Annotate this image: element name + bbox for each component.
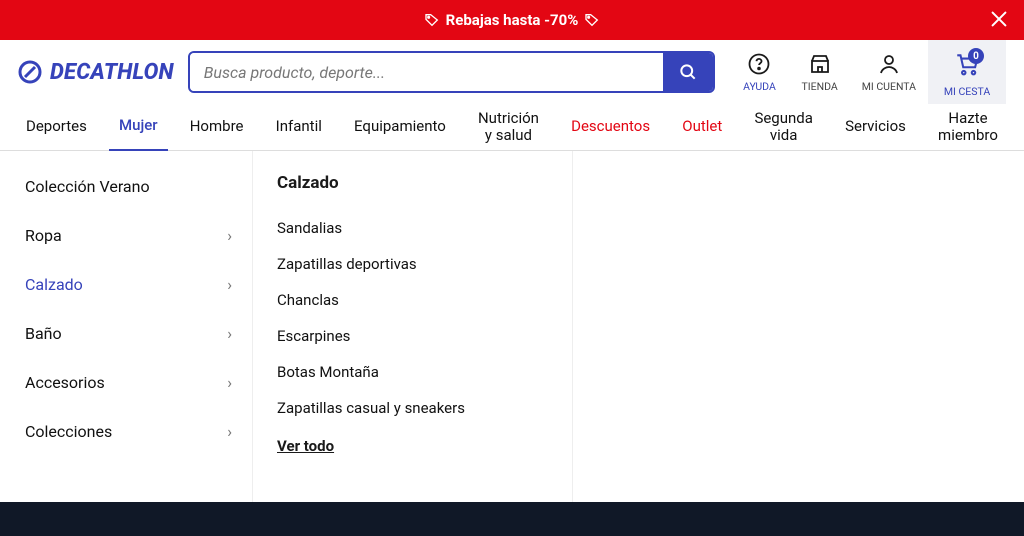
chevron-right-icon: › (227, 275, 232, 294)
cart-label: MI CESTA (944, 85, 990, 98)
nav-label: y salud (485, 127, 532, 144)
footer (0, 502, 1024, 536)
chevron-right-icon: › (227, 422, 232, 441)
user-icon (877, 52, 901, 76)
nav-infantil[interactable]: Infantil (266, 104, 332, 151)
nav-mujer[interactable]: Mujer (109, 104, 168, 151)
nav-label: Hazte (948, 110, 987, 127)
nav-hazte-miembro[interactable]: Haztemiembro (928, 104, 1008, 151)
promo-text: Rebajas hasta -70% (446, 11, 579, 29)
tag-icon (424, 12, 440, 28)
submenu-link-sandalias[interactable]: Sandalias (277, 219, 544, 237)
store-icon (808, 52, 832, 76)
subcategory-panel: Calzado Sandalias Zapatillas deportivas … (253, 151, 573, 502)
sidebar-item-label: Calzado (25, 275, 83, 294)
nav-label: Hombre (190, 118, 244, 135)
nav-segunda-vida[interactable]: Segundavida (744, 104, 822, 151)
submenu-link-zapatillas-deportivas[interactable]: Zapatillas deportivas (277, 255, 544, 273)
nav-deportes[interactable]: Deportes (16, 104, 97, 151)
sidebar-item-ropa[interactable]: Ropa › (25, 222, 238, 249)
sidebar-item-label: Accesorios (25, 373, 105, 392)
search-input[interactable] (190, 53, 664, 91)
mega-menu: Colección Verano Ropa › Calzado › Baño ›… (0, 151, 1024, 502)
nav-descuentos[interactable]: Descuentos (561, 104, 660, 151)
store-button[interactable]: TIENDA (789, 40, 849, 104)
logo-icon (18, 60, 42, 84)
nav-label: Infantil (276, 118, 322, 135)
nav-label: Servicios (845, 118, 906, 135)
promo-banner[interactable]: Rebajas hasta -70% (0, 0, 1024, 40)
sidebar-item-label: Colección Verano (25, 177, 150, 196)
nav-hombre[interactable]: Hombre (180, 104, 254, 151)
search-button[interactable] (663, 53, 713, 91)
submenu-link-escarpines[interactable]: Escarpines (277, 327, 544, 345)
nav-label: Equipamiento (354, 118, 446, 135)
nav-label: Nutrición (478, 110, 539, 127)
sidebar-item-calzado[interactable]: Calzado › (25, 271, 238, 298)
nav-label: Descuentos (571, 118, 650, 135)
nav-label: miembro (938, 127, 998, 144)
nav-label: vida (770, 127, 798, 144)
sidebar-item-accesorios[interactable]: Accesorios › (25, 369, 238, 396)
header: DECATHLON AYUDA TIENDA MI CUENTA 0 MI CE… (0, 40, 1024, 104)
nav-servicios[interactable]: Servicios (835, 104, 916, 151)
sidebar-item-coleccion-verano[interactable]: Colección Verano (25, 173, 238, 200)
close-icon[interactable] (988, 8, 1010, 30)
main-nav: Deportes Mujer Hombre Infantil Equipamie… (0, 104, 1024, 151)
search-box (188, 51, 716, 93)
tag-icon (584, 12, 600, 28)
chevron-right-icon: › (227, 324, 232, 343)
nav-label: Deportes (26, 118, 87, 135)
submenu-link-zapatillas-casual[interactable]: Zapatillas casual y sneakers (277, 399, 544, 417)
account-button[interactable]: MI CUENTA (850, 40, 928, 104)
sidebar-item-bano[interactable]: Baño › (25, 320, 238, 347)
help-button[interactable]: AYUDA (729, 40, 789, 104)
submenu-link-chanclas[interactable]: Chanclas (277, 291, 544, 309)
brand-name: DECATHLON (50, 60, 174, 85)
help-label: AYUDA (743, 80, 776, 93)
cart-count-badge: 0 (968, 48, 984, 64)
chevron-right-icon: › (227, 226, 232, 245)
brand-logo[interactable]: DECATHLON (18, 60, 174, 85)
chevron-right-icon: › (227, 373, 232, 392)
store-label: TIENDA (801, 80, 837, 93)
sidebar-item-colecciones[interactable]: Colecciones › (25, 418, 238, 445)
subcategory-title: Calzado (277, 173, 544, 193)
help-icon (747, 52, 771, 76)
account-label: MI CUENTA (862, 80, 916, 93)
nav-label: Segunda (754, 110, 812, 127)
search-icon (678, 62, 698, 82)
nav-label: Outlet (682, 118, 722, 135)
nav-outlet[interactable]: Outlet (672, 104, 732, 151)
submenu-see-all[interactable]: Ver todo (277, 437, 544, 455)
header-actions: AYUDA TIENDA MI CUENTA 0 MI CESTA (729, 40, 1006, 104)
cart-button[interactable]: 0 MI CESTA (928, 40, 1006, 104)
sidebar-item-label: Colecciones (25, 422, 112, 441)
nav-nutricion-salud[interactable]: Nutricióny salud (468, 104, 549, 151)
submenu-link-botas-montana[interactable]: Botas Montaña (277, 363, 544, 381)
sidebar-item-label: Baño (25, 324, 62, 343)
sidebar-item-label: Ropa (25, 226, 62, 245)
category-sidebar: Colección Verano Ropa › Calzado › Baño ›… (0, 151, 253, 502)
nav-equipamiento[interactable]: Equipamiento (344, 104, 456, 151)
nav-label: Mujer (119, 117, 158, 134)
